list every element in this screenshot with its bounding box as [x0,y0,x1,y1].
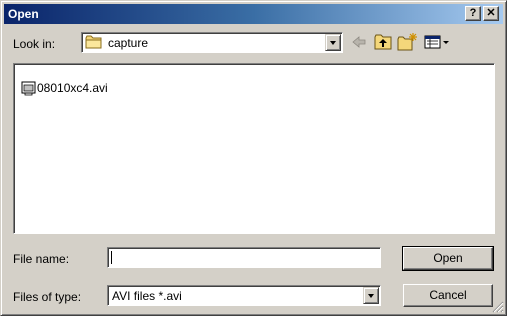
back-arrow-icon[interactable] [348,32,370,52]
help-button[interactable]: ? [465,6,481,21]
avi-video-file-icon [21,81,36,96]
text-caret [111,251,112,264]
up-one-level-icon[interactable] [372,32,394,52]
open-button[interactable]: Open [402,246,494,271]
close-button[interactable]: ✕ [483,6,499,21]
new-folder-icon[interactable] [396,32,418,52]
chevron-down-icon[interactable] [325,34,341,51]
files-of-type-value: AVI files *.avi [112,289,182,303]
file-name-label: File name: [13,252,70,266]
chevron-down-icon[interactable] [363,287,379,304]
file-name-input[interactable] [107,247,381,268]
file-name: 08010xc4.avi [37,81,108,95]
resize-grip-icon[interactable] [492,301,504,313]
look-in-dropdown[interactable]: capture [81,32,343,53]
open-dialog: Open ? ✕ Look in: capture 08010xc4.avi F… [0,0,507,316]
dialog-title: Open [8,7,39,21]
files-of-type-label: Files of type: [13,290,82,304]
title-bar[interactable]: Open ? ✕ [4,4,503,24]
file-list[interactable]: 08010xc4.avi [13,63,495,234]
view-menu-icon[interactable] [422,32,452,52]
look-in-label: Look in: [13,37,56,51]
folder-icon [85,35,102,49]
files-of-type-dropdown[interactable]: AVI files *.avi [107,285,381,306]
cancel-button[interactable]: Cancel [403,284,493,307]
look-in-value: capture [108,36,149,50]
